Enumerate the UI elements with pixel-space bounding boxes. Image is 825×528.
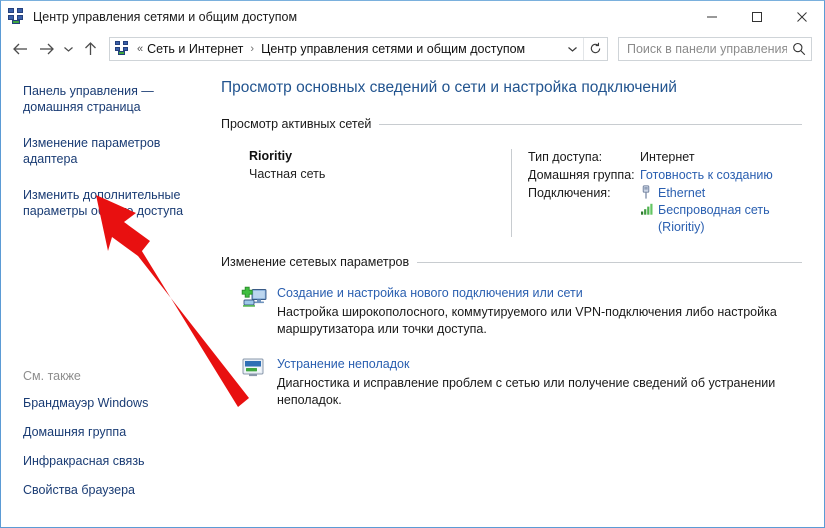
access-type-label: Тип доступа: bbox=[528, 150, 603, 164]
breadcrumb-item-sharing-center[interactable]: Центр управления сетями и общим доступом bbox=[259, 42, 527, 56]
main-pane: Просмотр основных сведений о сети и наст… bbox=[214, 65, 824, 527]
new-connection-icon bbox=[241, 285, 277, 338]
active-networks-heading-label: Просмотр активных сетей bbox=[221, 117, 372, 131]
sidebar: Панель управления — домашняя страница Из… bbox=[1, 65, 214, 527]
see-also-title: См. также bbox=[23, 369, 81, 383]
magnifier-icon bbox=[793, 42, 806, 55]
see-also-item-windows-firewall[interactable]: Брандмауэр Windows bbox=[23, 395, 195, 411]
active-network-block: Rioritiy Частная сеть Тип доступа: Интер… bbox=[221, 137, 802, 245]
connection-ethernet[interactable]: Ethernet bbox=[640, 185, 802, 202]
chevron-down-icon bbox=[63, 46, 73, 52]
connection-wireless[interactable]: Беспроводная сеть (Rioritiy) bbox=[640, 202, 802, 236]
page-title: Просмотр основных сведений о сети и наст… bbox=[221, 79, 677, 96]
network-type: Частная сеть bbox=[249, 167, 326, 181]
window-title: Центр управления сетями и общим доступом bbox=[33, 9, 298, 24]
breadcrumb-item-network[interactable]: Сеть и Интернет bbox=[145, 42, 245, 56]
search-input[interactable]: Поиск в панели управления bbox=[619, 42, 787, 56]
setting-troubleshoot: Устранение неполадок Диагностика и испра… bbox=[221, 338, 802, 409]
connection-ethernet-label: Ethernet bbox=[658, 186, 706, 200]
access-type-row: Тип доступа: Интернет bbox=[528, 149, 802, 166]
homegroup-value-link[interactable]: Готовность к созданию bbox=[640, 167, 773, 184]
section-rule bbox=[417, 261, 802, 263]
minimize-icon bbox=[706, 16, 717, 17]
homegroup-label: Домашняя группа: bbox=[528, 168, 635, 182]
breadcrumb-overflow[interactable]: « bbox=[135, 43, 145, 55]
connections-row: Подключения: Ethernet Беспроводная сеть … bbox=[528, 185, 802, 236]
close-button[interactable] bbox=[779, 1, 824, 32]
ethernet-plug-glyph bbox=[642, 185, 650, 199]
minimize-button[interactable] bbox=[689, 1, 734, 32]
monitor-plus-glyph bbox=[241, 286, 267, 307]
setting-new-connection-link[interactable]: Создание и настройка нового подключения … bbox=[277, 285, 802, 301]
setting-troubleshoot-body: Устранение неполадок Диагностика и испра… bbox=[277, 356, 802, 409]
section-rule bbox=[379, 123, 802, 125]
forward-button[interactable] bbox=[33, 36, 59, 62]
address-bar[interactable]: « Сеть и Интернет › Центр управления сет… bbox=[109, 36, 608, 61]
active-network-divider bbox=[511, 149, 512, 237]
active-network-details: Тип доступа: Интернет Домашняя группа: Г… bbox=[528, 149, 802, 237]
sidebar-item-adapter-settings[interactable]: Изменение параметров адаптера bbox=[23, 135, 195, 167]
content-area: Панель управления — домашняя страница Из… bbox=[1, 65, 824, 527]
setting-new-connection-description: Настройка широкополосного, коммутируемог… bbox=[277, 305, 777, 336]
title-bar: Центр управления сетями и общим доступом bbox=[1, 1, 824, 32]
network-settings-heading-label: Изменение сетевых параметров bbox=[221, 255, 410, 269]
wifi-signal-icon bbox=[640, 202, 658, 218]
network-sharing-icon bbox=[8, 8, 25, 25]
arrow-up-icon bbox=[84, 41, 96, 55]
sidebar-item-advanced-sharing-settings[interactable]: Изменить дополнительные параметры общего… bbox=[23, 187, 195, 219]
close-icon bbox=[796, 11, 807, 22]
sidebar-item-control-panel-home[interactable]: Панель управления — домашняя страница bbox=[23, 83, 195, 115]
setting-new-connection: Создание и настройка нового подключения … bbox=[221, 275, 802, 338]
maximize-icon bbox=[751, 11, 762, 22]
see-also-item-infrared[interactable]: Инфракрасная связь bbox=[23, 453, 195, 469]
arrow-right-icon bbox=[39, 43, 54, 54]
connections-list: Ethernet Беспроводная сеть (Rioritiy) bbox=[640, 185, 802, 236]
connections-label: Подключения: bbox=[528, 186, 611, 200]
active-network-identity: Rioritiy Частная сеть bbox=[221, 149, 511, 237]
connection-wireless-label: Беспроводная сеть (Rioritiy) bbox=[658, 203, 770, 234]
active-networks-heading: Просмотр активных сетей bbox=[221, 117, 802, 131]
control-panel-window: Центр управления сетями и общим доступом bbox=[0, 0, 825, 528]
navigation-bar: « Сеть и Интернет › Центр управления сет… bbox=[1, 32, 824, 65]
recent-pages-button[interactable] bbox=[59, 36, 77, 62]
setting-troubleshoot-description: Диагностика и исправление проблем с сеть… bbox=[277, 376, 776, 407]
address-dropdown-button[interactable] bbox=[561, 38, 583, 60]
homegroup-row: Домашняя группа: Готовность к созданию bbox=[528, 167, 802, 184]
search-box[interactable]: Поиск в панели управления bbox=[618, 36, 812, 61]
refresh-button[interactable] bbox=[583, 37, 607, 60]
arrow-left-icon bbox=[12, 43, 27, 54]
setting-new-connection-body: Создание и настройка нового подключения … bbox=[277, 285, 802, 338]
window-controls bbox=[689, 1, 824, 32]
network-settings-heading: Изменение сетевых параметров bbox=[221, 255, 802, 269]
troubleshoot-icon bbox=[241, 356, 277, 409]
see-also-item-homegroup[interactable]: Домашняя группа bbox=[23, 424, 195, 440]
search-icon[interactable] bbox=[787, 42, 811, 56]
setting-troubleshoot-link[interactable]: Устранение неполадок bbox=[277, 356, 802, 372]
back-button[interactable] bbox=[7, 36, 33, 62]
signal-bars-glyph bbox=[641, 203, 653, 215]
troubleshoot-glyph bbox=[242, 358, 264, 377]
see-also-section: См. также Брандмауэр Windows Домашняя гр… bbox=[23, 369, 213, 511]
maximize-button[interactable] bbox=[734, 1, 779, 32]
breadcrumb-separator[interactable]: › bbox=[245, 43, 259, 55]
see-also-item-internet-options[interactable]: Свойства браузера bbox=[23, 482, 195, 498]
access-type-value: Интернет bbox=[640, 150, 695, 164]
refresh-icon bbox=[590, 42, 601, 54]
ethernet-plug-icon bbox=[640, 185, 658, 201]
up-button[interactable] bbox=[77, 36, 103, 62]
network-name: Rioritiy bbox=[249, 149, 293, 163]
address-bar-network-icon bbox=[115, 41, 130, 56]
chevron-down-icon bbox=[567, 46, 577, 52]
